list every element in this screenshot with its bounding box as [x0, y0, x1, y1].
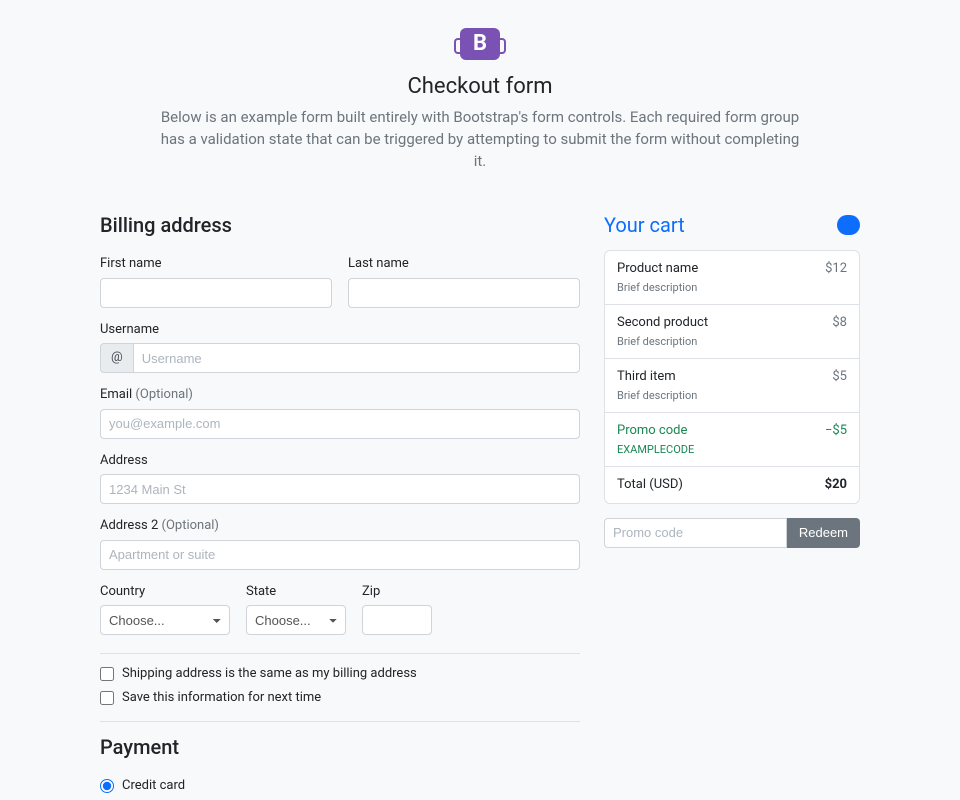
email-label: Email (Optional)	[100, 385, 580, 405]
cart-item-name: Second product	[617, 313, 708, 333]
first-name-label: First name	[100, 254, 332, 274]
cart-count-badge: 3	[837, 215, 860, 235]
cart-promo-name: Promo code	[617, 421, 694, 441]
divider	[100, 721, 580, 722]
cart-item: Second product Brief description $8	[605, 305, 859, 359]
username-label: Username	[100, 320, 580, 340]
cart-total: Total (USD) $20	[605, 467, 859, 503]
first-name-input[interactable]	[100, 278, 332, 308]
address-label: Address	[100, 451, 580, 471]
cart-item-desc: Brief description	[617, 334, 708, 351]
email-input[interactable]	[100, 409, 580, 439]
billing-heading: Billing address	[100, 210, 580, 240]
cart-item-desc: Brief description	[617, 388, 697, 405]
last-name-label: Last name	[348, 254, 580, 274]
divider	[100, 653, 580, 654]
state-label: State	[246, 582, 346, 602]
address-input[interactable]	[100, 474, 580, 504]
address2-input[interactable]	[100, 540, 580, 570]
bootstrap-logo-icon: B	[460, 28, 500, 60]
cart-item-name: Third item	[617, 367, 697, 387]
country-label: Country	[100, 582, 230, 602]
cart-promo: Promo code EXAMPLECODE −$5	[605, 413, 859, 467]
page-lead: Below is an example form built entirely …	[160, 107, 800, 172]
cart-item-desc: Brief description	[617, 280, 698, 297]
credit-card-label: Credit card	[122, 776, 185, 796]
page-title: Checkout form	[100, 70, 860, 103]
cart-item-name: Product name	[617, 259, 698, 279]
same-address-checkbox[interactable]	[100, 667, 114, 681]
cart-heading: Your cart	[604, 210, 685, 240]
cart-promo-price: −$5	[825, 421, 847, 458]
country-select[interactable]: Choose...	[100, 605, 230, 635]
zip-input[interactable]	[362, 605, 432, 635]
username-input[interactable]	[133, 343, 580, 373]
cart-item: Product name Brief description $12	[605, 251, 859, 305]
cart-total-label: Total (USD)	[617, 475, 683, 495]
cart-item-price: $8	[832, 313, 847, 350]
last-name-input[interactable]	[348, 278, 580, 308]
address2-label: Address 2 (Optional)	[100, 516, 580, 536]
promo-code-input[interactable]	[604, 518, 787, 548]
cart-item-price: $12	[825, 259, 847, 296]
cart-item-price: $5	[832, 367, 847, 404]
payment-heading: Payment	[100, 732, 580, 762]
state-select[interactable]: Choose...	[246, 605, 346, 635]
username-addon: @	[100, 343, 133, 373]
redeem-button[interactable]: Redeem	[787, 518, 860, 548]
save-info-checkbox[interactable]	[100, 691, 114, 705]
credit-card-radio[interactable]	[100, 779, 114, 793]
cart-promo-code: EXAMPLECODE	[617, 442, 694, 459]
save-info-label: Save this information for next time	[122, 688, 321, 708]
cart-total-price: $20	[825, 475, 847, 495]
cart-item: Third item Brief description $5	[605, 359, 859, 413]
zip-label: Zip	[362, 582, 432, 602]
same-address-label: Shipping address is the same as my billi…	[122, 664, 417, 684]
cart-list: Product name Brief description $12 Secon…	[604, 250, 860, 504]
